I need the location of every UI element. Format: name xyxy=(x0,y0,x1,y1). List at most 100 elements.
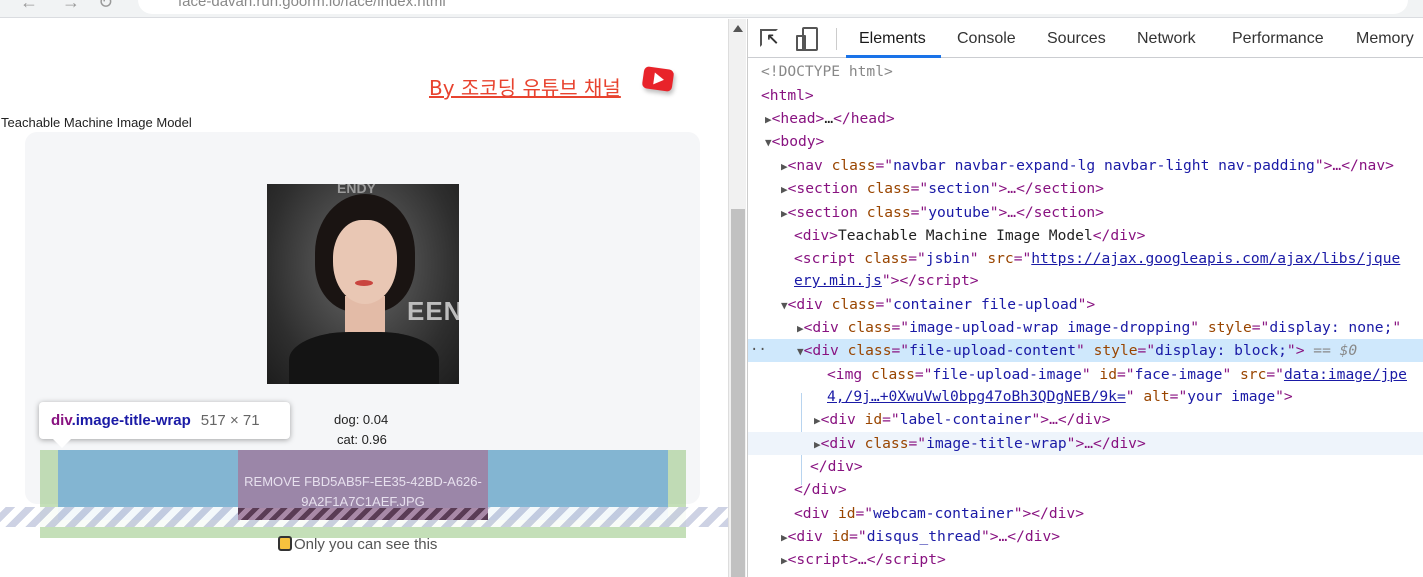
disqus-id-value: disqus_thread xyxy=(866,528,981,545)
element-inspect-tooltip: div.image-title-wrap 517 × 71 xyxy=(39,402,290,448)
tree-row-div-title[interactable]: <div>Teachable Machine Image Model</div> xyxy=(748,224,1423,247)
lock-icon xyxy=(278,536,292,551)
img-id-value: face-image xyxy=(1134,366,1223,383)
youtube-channel-link[interactable]: By 조코딩 유튜브 채널 xyxy=(429,72,621,101)
face-shape xyxy=(333,220,397,304)
head-ellipsis: … xyxy=(824,110,834,127)
tab-performance[interactable]: Performance xyxy=(1232,30,1324,48)
tree-row-script-jsbin[interactable]: <script class="jsbin" src="https://ajax.… xyxy=(748,247,1423,270)
url-host: face-davan.run.goorm.io xyxy=(178,0,341,10)
tree-row-script[interactable]: ▶<script>…</script> xyxy=(748,548,1423,571)
active-tab-indicator xyxy=(846,55,941,58)
tree-row-img-cont[interactable]: 4,/9j…+0XwuVwl0bpg47oBh3QDgNEB/9k=" alt=… xyxy=(748,385,1423,408)
container-class-value: container file-upload xyxy=(893,296,1078,313)
expand-icon[interactable]: ▶ xyxy=(781,160,788,173)
tree-row-div-close-1[interactable]: </div> xyxy=(748,455,1423,478)
more-options-icon[interactable]: ·· xyxy=(750,339,767,362)
disqus-notice: Only you can see this xyxy=(278,536,437,553)
tree-row-div-close-2[interactable]: </div> xyxy=(748,478,1423,501)
wrap-class-value: image-upload-wrap image-dropping xyxy=(909,319,1191,336)
script-class-value: jsbin xyxy=(925,250,970,267)
expand-icon[interactable]: ▶ xyxy=(765,113,772,126)
content-style-value: display: block; xyxy=(1155,342,1287,359)
tree-row-upload-wrap[interactable]: ▶<div class="image-upload-wrap image-dro… xyxy=(748,316,1423,339)
url-text[interactable]: face-davan.run.goorm.io/face/index.html xyxy=(178,0,446,10)
background-letters-right: EEN xyxy=(407,296,459,326)
tab-elements[interactable]: Elements xyxy=(859,30,926,48)
scroll-up-icon[interactable] xyxy=(733,25,743,32)
lips-shape xyxy=(355,280,373,286)
section-youtube-class-value: youtube xyxy=(928,204,990,221)
head-close: </head> xyxy=(833,110,895,127)
tree-row-body[interactable]: ▼<body> xyxy=(748,130,1423,153)
tooltip-dimensions: 517 × 71 xyxy=(200,412,260,429)
script-src-link-cont[interactable]: ery.min.js xyxy=(794,272,882,289)
devtools-tabbar: Elements Console Sources Network Perform… xyxy=(748,19,1423,58)
scroll-thumb[interactable] xyxy=(731,209,745,577)
back-icon[interactable]: ← xyxy=(20,0,38,13)
img-class-value: file-upload-image xyxy=(932,366,1082,383)
img-src-link[interactable]: data:image/jpe xyxy=(1284,366,1407,383)
console-ref: == $0 xyxy=(1313,342,1358,359)
tree-row-doctype[interactable]: <!DOCTYPE html> xyxy=(748,60,1423,83)
device-toolbar-icon[interactable] xyxy=(796,27,818,51)
wrap-style-value: display: none; xyxy=(1269,319,1393,336)
tree-row-script-jsbin-cont[interactable]: ery.min.js"></script> xyxy=(748,269,1423,292)
html-tag: <html> xyxy=(761,87,814,104)
page-scrollbar[interactable] xyxy=(728,19,746,577)
tree-row-head[interactable]: ▶<head>…</head> xyxy=(748,107,1423,130)
expand-icon[interactable]: ▶ xyxy=(781,183,788,196)
tooltip-class: .image-title-wrap xyxy=(71,412,191,429)
devtools-panel: Elements Console Sources Network Perform… xyxy=(747,19,1423,577)
doctype-text: <!DOCTYPE html> xyxy=(761,63,893,80)
elements-tree: <!DOCTYPE html> <html> ▶<head>…</head> ▼… xyxy=(748,59,1423,577)
content-class-value: file-upload-content xyxy=(909,342,1077,359)
expand-icon[interactable]: ▶ xyxy=(814,438,821,451)
page-viewport: By 조코딩 유튜브 채널 Teachable Machine Image Mo… xyxy=(0,19,728,577)
tree-row-webcam[interactable]: <div id="webcam-container"></div> xyxy=(748,502,1423,525)
remove-image-button[interactable]: REMOVE FBD5AB5F-EE35-42BD-A626-9A2F1A7C1… xyxy=(238,450,488,520)
tree-row-container[interactable]: ▼<div class="container file-upload"> xyxy=(748,293,1423,316)
reload-icon[interactable]: ↻ xyxy=(98,0,113,13)
tabbar-divider xyxy=(836,28,837,50)
script-src-link[interactable]: https://ajax.googleapis.com/ajax/libs/jq… xyxy=(1031,250,1400,267)
collapse-icon[interactable]: ▼ xyxy=(765,136,772,149)
youtube-icon[interactable] xyxy=(641,66,675,92)
label-id-value: label-container xyxy=(899,411,1032,428)
tab-sources[interactable]: Sources xyxy=(1047,30,1106,48)
tab-network[interactable]: Network xyxy=(1137,30,1196,48)
div-title-text: Teachable Machine Image Model xyxy=(837,227,1093,244)
tree-row-disqus[interactable]: ▶<div id="disqus_thread">…</div> xyxy=(748,525,1423,548)
collapse-icon[interactable]: ▼ xyxy=(781,299,788,312)
expand-icon[interactable]: ▶ xyxy=(797,322,804,335)
dress-shape xyxy=(289,332,439,384)
img-src-link-cont[interactable]: 4,/9j…+0XwuVwl0bpg47oBh3QDgNEB/9k= xyxy=(827,388,1126,405)
remove-button-label: REMOVE FBD5AB5F-EE35-42BD-A626-9A2F1A7C1… xyxy=(244,474,482,509)
nav-close: …</nav> xyxy=(1332,157,1394,174)
title-wrap-class-value: image-title-wrap xyxy=(926,435,1067,452)
expand-icon[interactable]: ▶ xyxy=(781,531,788,544)
tab-memory[interactable]: Memory xyxy=(1356,30,1414,48)
collapse-icon[interactable]: ▼ xyxy=(797,345,804,358)
tree-row-nav[interactable]: ▶<nav class="navbar navbar-expand-lg nav… xyxy=(748,154,1423,177)
tree-row-title-wrap[interactable]: ▶<div class="image-title-wrap">…</div> xyxy=(748,432,1423,455)
screen: ← → ↻ face-davan.run.goorm.io/face/index… xyxy=(0,0,1423,577)
label-cat: cat: 0.96 xyxy=(337,432,387,447)
tree-row-label-container[interactable]: ▶<div id="label-container">…</div> xyxy=(748,408,1423,431)
tree-row-section-youtube[interactable]: ▶<section class="youtube">…</section> xyxy=(748,201,1423,224)
tree-row-section[interactable]: ▶<section class="section">…</section> xyxy=(748,177,1423,200)
model-title: Teachable Machine Image Model xyxy=(1,115,192,130)
section-class-value: section xyxy=(928,180,990,197)
tree-row-img[interactable]: <img class="file-upload-image" id="face-… xyxy=(748,363,1423,386)
expand-icon[interactable]: ▶ xyxy=(814,414,821,427)
expand-icon[interactable]: ▶ xyxy=(781,207,788,220)
url-path: /face/index.html xyxy=(340,0,446,10)
inspect-element-icon[interactable] xyxy=(760,29,782,50)
tree-row-html[interactable]: <html> xyxy=(748,84,1423,107)
head-open: <head> xyxy=(771,110,825,127)
tab-console[interactable]: Console xyxy=(957,30,1016,48)
forward-icon[interactable]: → xyxy=(62,0,80,13)
expand-icon[interactable]: ▶ xyxy=(781,554,788,567)
body-tag: <body> xyxy=(771,133,825,150)
tree-row-upload-content-selected[interactable]: ·· ▼<div class="file-upload-content" styl… xyxy=(748,339,1423,362)
